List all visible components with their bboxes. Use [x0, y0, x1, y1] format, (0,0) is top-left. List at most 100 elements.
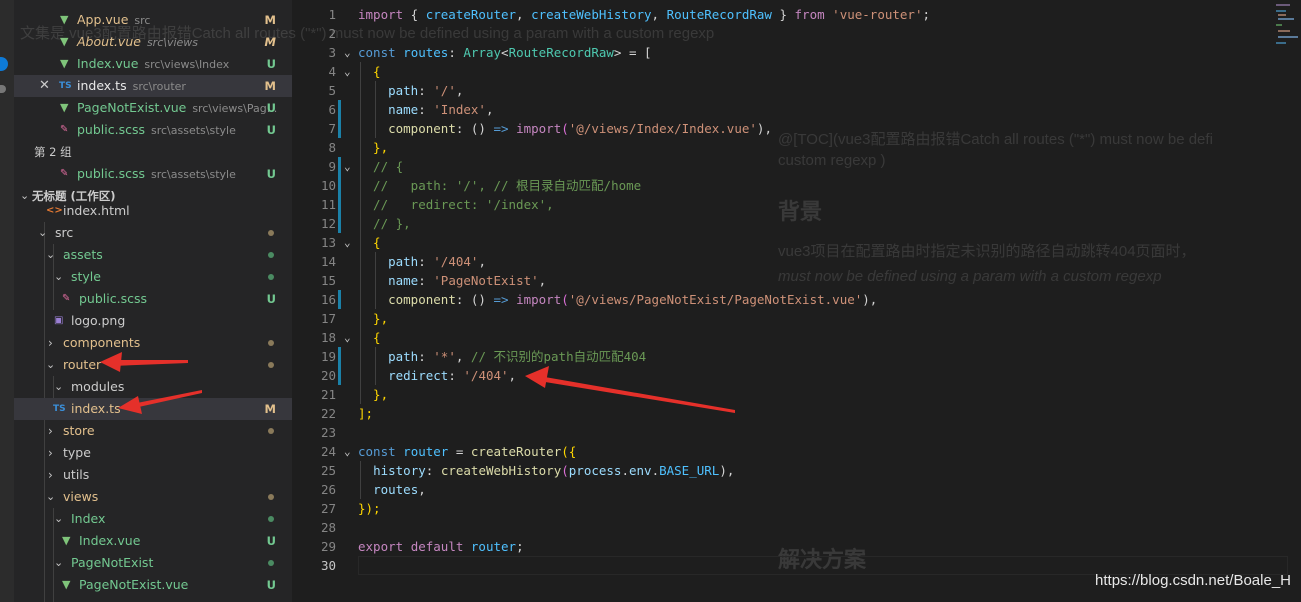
- vue-file-icon: ▼: [62, 578, 71, 591]
- chevron-down-icon: ⌄: [54, 556, 64, 569]
- line-number: 6: [328, 102, 336, 117]
- code-line-13: {: [358, 235, 381, 250]
- line-number: 29: [320, 539, 336, 554]
- line-number: 16: [320, 292, 336, 307]
- chevron-down-icon: ⌄: [46, 358, 56, 371]
- scss-file-icon: ✎: [62, 293, 71, 304]
- fold-chevron-icon[interactable]: ⌄: [344, 157, 351, 176]
- code-line-22: ];: [358, 406, 374, 421]
- tree-folder-index[interactable]: ⌄ Index: [14, 508, 292, 530]
- tree-item-logo-png[interactable]: ▣ logo.png: [14, 310, 292, 332]
- fold-chevron-icon[interactable]: ⌄: [344, 328, 351, 347]
- tree-folder-utils[interactable]: › utils: [14, 464, 292, 486]
- code-line-16: component: () => import('@/views/PageNot…: [388, 292, 878, 307]
- line-number: 18: [320, 330, 336, 345]
- line-number: 30: [320, 558, 336, 573]
- tree-folder-type[interactable]: › type: [14, 442, 292, 464]
- code-line-14: path: '/404',: [388, 254, 486, 269]
- line-number: 26: [320, 482, 336, 497]
- open-editor-public-scss-2[interactable]: ✎ public.scss src\assets\style U: [14, 163, 292, 185]
- chevron-right-icon: ›: [48, 468, 53, 482]
- open-editor-public-scss[interactable]: ✎ public.scss src\assets\style U: [14, 119, 292, 141]
- line-number: 20: [320, 368, 336, 383]
- chevron-right-icon: ›: [48, 424, 53, 438]
- open-editor-about-vue[interactable]: ▼ About.vue src\views M: [14, 31, 292, 53]
- tree-folder-pagenotexist[interactable]: ⌄ PageNotExist: [14, 552, 292, 574]
- close-icon[interactable]: ✕: [39, 75, 50, 97]
- tree-folder-views[interactable]: ⌄ views: [14, 486, 292, 508]
- open-editor-index-vue[interactable]: ▼ Index.vue src\views\Index U: [14, 53, 292, 75]
- chevron-down-icon: ⌄: [46, 248, 56, 261]
- tree-folder-store[interactable]: › store: [14, 420, 292, 442]
- tree-item-pagenotexist-vue[interactable]: ▼ PageNotExist.vue U: [14, 574, 292, 596]
- code-line-1: import { createRouter, createWebHistory,…: [358, 7, 931, 22]
- git-untracked-dot: [268, 252, 274, 258]
- chevron-down-icon: ⌄: [46, 490, 56, 503]
- tree-folder-style[interactable]: ⌄ style: [14, 266, 292, 288]
- git-modified-dot: [268, 230, 274, 236]
- code-editor[interactable]: import { createRouter, createWebHistory,…: [358, 0, 1301, 602]
- code-line-8: },: [358, 140, 389, 155]
- chevron-down-icon: ⌄: [38, 226, 48, 239]
- line-number: 10: [320, 178, 336, 193]
- open-editor-app-vue[interactable]: ▼ App.vue src M: [14, 9, 292, 31]
- tree-item-index-vue[interactable]: ▼ Index.vue U: [14, 530, 292, 552]
- code-line-11: // redirect: '/index',: [358, 197, 554, 212]
- line-number: 8: [328, 140, 336, 155]
- line-number: 2: [328, 26, 336, 41]
- code-line-10: // path: '/', // 根目录自动匹配/home: [358, 178, 642, 193]
- code-line-18: {: [358, 330, 381, 345]
- activity-bar: [0, 0, 14, 602]
- code-line-12: // },: [358, 216, 411, 231]
- line-number: 15: [320, 273, 336, 288]
- tree-folder-src[interactable]: ⌄ src: [14, 222, 292, 244]
- line-number: 24: [320, 444, 336, 459]
- vue-file-icon: ▼: [60, 57, 69, 70]
- code-line-27: });: [358, 501, 381, 516]
- fold-chevron-icon[interactable]: ⌄: [344, 62, 351, 81]
- editor-group-2[interactable]: 第 2 组: [14, 141, 292, 163]
- vue-file-icon: ▼: [62, 534, 71, 547]
- modified-line-indicator: [338, 347, 341, 385]
- scss-file-icon: ✎: [60, 124, 69, 135]
- chevron-down-icon: ⌄: [54, 512, 64, 525]
- line-number: 9: [328, 159, 336, 174]
- line-number: 4: [328, 64, 336, 79]
- code-line-29: export default router;: [358, 539, 524, 554]
- line-number: 28: [320, 520, 336, 535]
- tree-folder-assets[interactable]: ⌄ assets: [14, 244, 292, 266]
- git-untracked-dot: [268, 560, 274, 566]
- open-editor-index-ts[interactable]: ✕ TS index.ts src\router M: [14, 75, 292, 97]
- code-line-9: // {: [358, 159, 404, 174]
- fold-chevron-icon[interactable]: ⌄: [344, 442, 351, 461]
- annotation-arrow-index-ts: [118, 390, 202, 414]
- tree-item-index-html[interactable]: <> index.html: [14, 200, 292, 222]
- open-editor-pagenotexist-vue[interactable]: ▼ PageNotExist.vue src\views\Pag... U: [14, 97, 292, 119]
- code-line-3: const routes: Array<RouteRecordRaw> = [: [358, 45, 652, 60]
- fold-chevron-icon[interactable]: ⌄: [344, 233, 351, 252]
- line-number: 13: [320, 235, 336, 250]
- git-modified-dot: [268, 340, 274, 346]
- line-number: 5: [328, 83, 336, 98]
- line-number: 1: [328, 7, 336, 22]
- fold-chevron-icon[interactable]: ⌄: [344, 43, 351, 62]
- modified-line-indicator: [338, 100, 341, 138]
- watermark: https://blog.csdn.net/Boale_H: [1095, 572, 1291, 589]
- line-number: 17: [320, 311, 336, 326]
- tree-item-public-scss[interactable]: ✎ public.scss U: [14, 288, 292, 310]
- line-number: 27: [320, 501, 336, 516]
- line-number: 25: [320, 463, 336, 478]
- git-untracked-dot: [268, 274, 274, 280]
- modified-line-indicator: [338, 157, 341, 233]
- code-line-7: component: () => import('@/views/Index/I…: [388, 121, 772, 136]
- line-number: 19: [320, 349, 336, 364]
- typescript-file-icon: TS: [53, 404, 66, 414]
- code-line-26: routes,: [373, 482, 426, 497]
- minimap[interactable]: [1274, 0, 1301, 50]
- chevron-down-icon: ⌄: [54, 380, 64, 393]
- activity-indicator-secondary: [0, 85, 6, 93]
- chevron-down-icon: ⌄: [54, 270, 64, 283]
- code-line-5: path: '/',: [388, 83, 464, 98]
- line-number: 3: [328, 45, 336, 60]
- activity-indicator: [0, 57, 8, 71]
